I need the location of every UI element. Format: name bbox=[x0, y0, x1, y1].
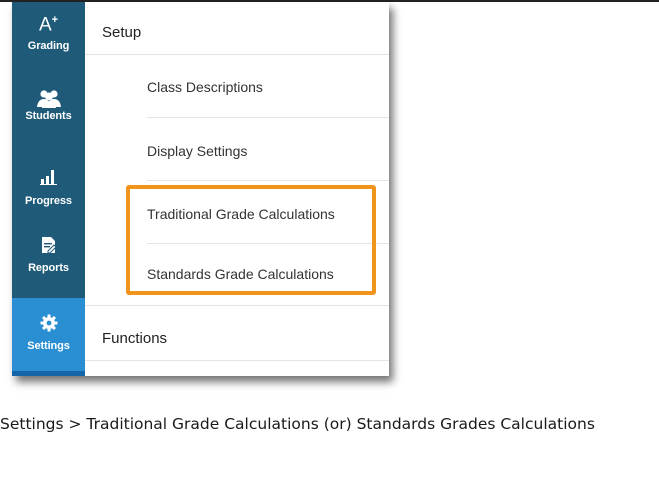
menu-item-class-descriptions[interactable]: Class Descriptions bbox=[147, 79, 263, 95]
sidebar-item-label: Students bbox=[25, 110, 72, 122]
sidebar-item-label: Reports bbox=[28, 262, 69, 274]
divider bbox=[85, 54, 389, 55]
students-icon bbox=[12, 88, 85, 110]
divider bbox=[85, 305, 389, 306]
divider bbox=[85, 360, 389, 361]
a-plus-icon: A+ bbox=[38, 14, 59, 36]
gear-icon bbox=[12, 312, 85, 334]
sidebar-item-students[interactable]: Students bbox=[12, 70, 85, 138]
sidebar-item-grading[interactable]: A+ Grading bbox=[12, 2, 85, 70]
report-edit-icon bbox=[12, 234, 85, 256]
sidebar-item-settings[interactable]: Settings bbox=[12, 298, 85, 376]
sidebar: A+ Grading Students Progress Reports Set… bbox=[12, 2, 85, 376]
sidebar-item-reports[interactable]: Reports bbox=[12, 206, 85, 274]
sidebar-item-label: Grading bbox=[27, 40, 70, 52]
sidebar-item-label: Settings bbox=[27, 340, 70, 352]
caption: Settings > Traditional Grade Calculation… bbox=[0, 415, 595, 433]
section-title-setup: Setup bbox=[102, 24, 142, 41]
bar-chart-icon bbox=[12, 166, 85, 188]
section-title-functions: Functions bbox=[102, 330, 168, 347]
divider bbox=[147, 180, 389, 181]
menu-item-display-settings[interactable]: Display Settings bbox=[147, 143, 247, 159]
divider bbox=[147, 117, 389, 118]
highlight-box bbox=[126, 185, 376, 295]
sidebar-item-progress[interactable]: Progress bbox=[12, 138, 85, 207]
